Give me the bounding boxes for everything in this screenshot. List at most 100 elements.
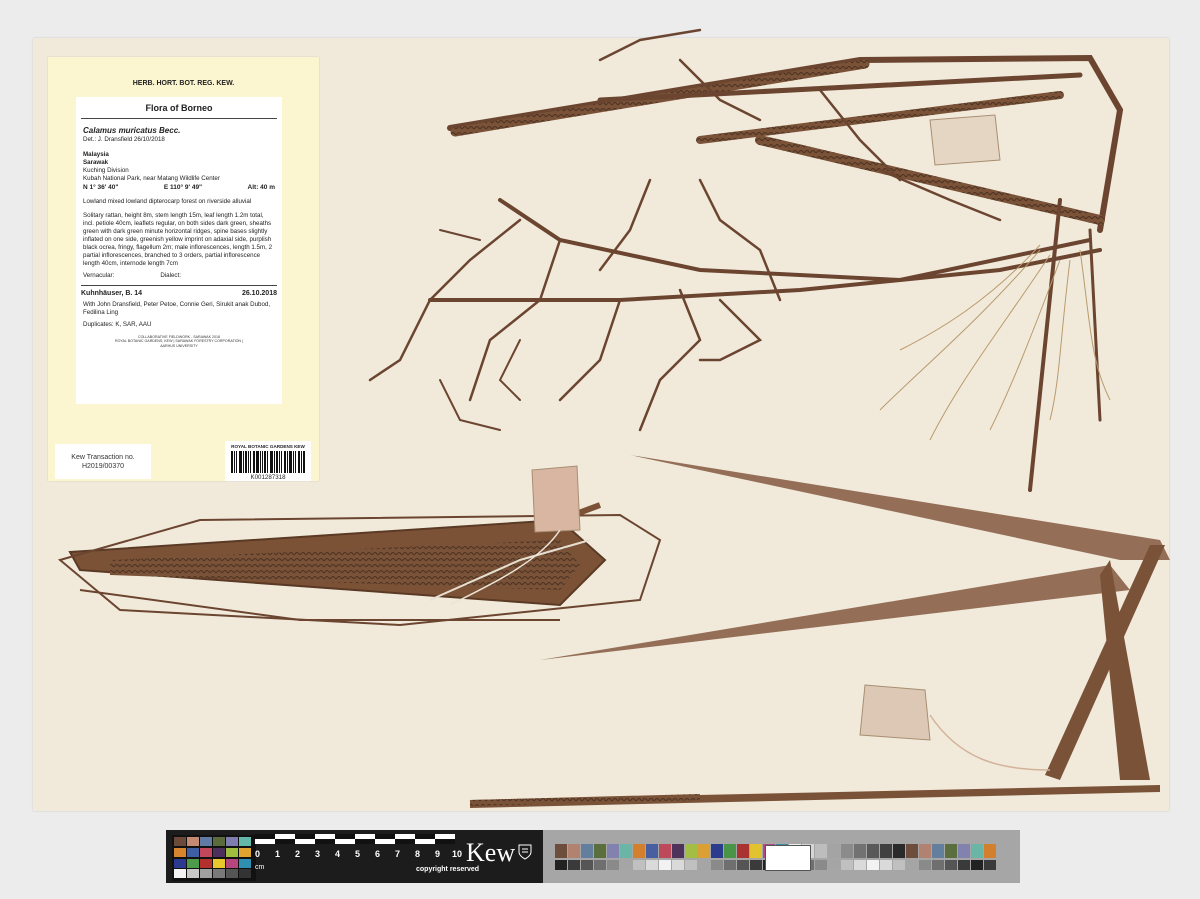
ruler-number: 3 [315, 849, 321, 859]
gray-patch [854, 860, 866, 870]
color-swatch [200, 858, 212, 868]
color-patch [945, 844, 957, 858]
color-swatch [174, 837, 186, 846]
ruler-segment [275, 839, 295, 844]
gray-patch [646, 860, 658, 870]
transaction-label: Kew Transaction no. H2019/00370 [55, 444, 151, 479]
taxon-name: Calamus muricatus Becc. [83, 126, 181, 135]
barcode-bar [273, 451, 275, 473]
barcode-bar [269, 451, 273, 473]
barcode-bar [252, 451, 255, 473]
barcode-bar [264, 451, 267, 473]
state: Sarawak [83, 159, 109, 166]
color-scale-bar: 0 1 2 3 4 5 6 7 8 9 10 cm copyright reserved Kew [166, 830, 1020, 883]
ruler-segment [295, 834, 315, 839]
color-patch [646, 844, 658, 858]
altitude: Alt: 40 m [247, 184, 275, 191]
gray-patch [698, 860, 710, 870]
color-patch [854, 844, 866, 858]
vernacular-row: Vernacular: Dialect: [83, 272, 275, 279]
color-swatch [187, 869, 199, 879]
color-swatch [187, 847, 199, 857]
gray-patch [620, 860, 632, 870]
color-swatch [239, 847, 251, 857]
barcode-bar [244, 451, 247, 473]
longitude: E 110° 9' 49" [163, 184, 203, 191]
crest-icon [518, 844, 532, 860]
barcode-bar [302, 451, 305, 473]
barcode-bar [283, 451, 286, 473]
barcode-bar [286, 451, 288, 473]
gray-patch [568, 860, 580, 870]
barcode-bar [300, 451, 302, 473]
color-swatch [174, 847, 186, 857]
gray-patch [828, 860, 840, 870]
color-patch [984, 844, 996, 858]
color-patch [620, 844, 632, 858]
barcode-bar [238, 451, 242, 473]
gray-patch [555, 860, 567, 870]
fibrous-strands [879, 244, 1111, 441]
color-patch [659, 844, 671, 858]
color-patch [724, 844, 736, 858]
color-swatch [213, 837, 225, 846]
color-patch [568, 844, 580, 858]
ruler-segment [255, 834, 275, 839]
color-target-panel [543, 830, 1020, 883]
ruler-segment [415, 834, 435, 839]
color-patch [880, 844, 892, 858]
gray-patch [659, 860, 671, 870]
gray-patch [607, 860, 619, 870]
ruler-number: 5 [355, 849, 361, 859]
barcode-header: ROYAL BOTANIC GARDENS KEW [231, 444, 305, 449]
color-swatch [226, 837, 238, 846]
ruler-segment [315, 839, 335, 844]
barcode-label: ROYAL BOTANIC GARDENS KEW K001287318 [225, 441, 311, 481]
ruler-unit: cm [255, 864, 265, 871]
gray-patch [893, 860, 905, 870]
barcode-bar [236, 451, 238, 473]
color-swatch [200, 869, 212, 879]
color-swatch [213, 847, 225, 857]
color-swatch [226, 858, 238, 868]
gray-patch [685, 860, 697, 870]
transaction-title: Kew Transaction no. [71, 454, 135, 461]
color-swatch [226, 869, 238, 879]
locality: Kubah National Park, near Matang Wildlif… [83, 175, 220, 182]
barcode-bar [255, 451, 259, 473]
gray-patch [867, 860, 879, 870]
color-swatch [200, 837, 212, 846]
color-swatch [239, 837, 251, 846]
barcode-bar [297, 451, 300, 473]
color-swatch-grid [172, 835, 256, 881]
color-patch [750, 844, 762, 858]
gray-patch [841, 860, 853, 870]
vernacular-label: Vernacular: [83, 272, 115, 279]
barcode-bar [259, 451, 261, 473]
ruler-number: 8 [415, 849, 421, 859]
color-patch [672, 844, 684, 858]
ruler-number: 1 [275, 849, 281, 859]
color-swatch [213, 869, 225, 879]
color-patch [594, 844, 606, 858]
color-patch [685, 844, 697, 858]
color-swatch [174, 858, 186, 868]
color-patch [919, 844, 931, 858]
color-patch [555, 844, 567, 858]
country: Malaysia [83, 151, 109, 158]
collection-label: Flora of Borneo Calamus muricatus Becc. … [76, 97, 282, 404]
ruler-segment [375, 834, 395, 839]
description: Solitary rattan, height 8m, stem length … [83, 212, 273, 267]
gray-patch [672, 860, 684, 870]
ruler-number: 7 [395, 849, 401, 859]
collector: Kuhnhäuser, B. 14 [81, 290, 143, 297]
gray-patch [724, 860, 736, 870]
barcode-bar [250, 451, 252, 473]
color-patch [698, 844, 710, 858]
collection-date: 26.10.2018 [241, 290, 277, 297]
kew-logo: Kew [466, 838, 516, 867]
ruler-segment [355, 839, 375, 844]
barcode-bar [295, 451, 297, 473]
ruler-segment [395, 839, 415, 844]
dialect-label: Dialect: [160, 272, 181, 279]
